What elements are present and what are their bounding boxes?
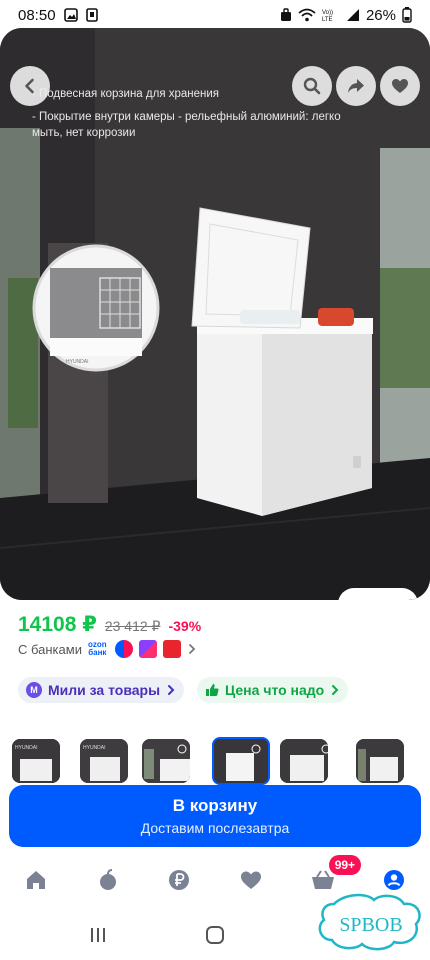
bank-logo-icon xyxy=(138,640,157,658)
thumbnail-brand: HYUNDAI xyxy=(15,745,38,751)
thumbnail-active[interactable] xyxy=(212,737,270,785)
good-price-label: Цена что надо xyxy=(225,682,325,698)
feature-item: - Покрытие внутри камеры - рельефный алю… xyxy=(32,111,341,139)
profile-icon xyxy=(384,870,405,890)
heart-icon xyxy=(392,79,408,93)
home-circle-icon[interactable] xyxy=(205,925,225,945)
ozon-bank-logo: ozon банк xyxy=(88,641,107,657)
home-icon xyxy=(26,871,45,889)
bank-offers-row[interactable]: С банками ozon банк xyxy=(18,638,197,660)
chevron-right-icon xyxy=(168,685,175,695)
chevron-right-icon xyxy=(332,685,339,695)
similar-button[interactable]: Похожие xyxy=(338,588,418,600)
bank-logo-icon xyxy=(114,640,133,658)
chevron-left-icon xyxy=(25,78,34,94)
product-gallery[interactable]: HYUNDAI - Подвесная корзина для хранения… xyxy=(0,28,430,600)
miles-promo-label: Мили за товары xyxy=(48,682,161,698)
svg-text:HYUNDAI: HYUNDAI xyxy=(66,359,89,365)
favorite-button[interactable] xyxy=(380,66,420,106)
cart-badge: 99+ xyxy=(328,855,362,875)
delivery-info: Доставим послезавтра xyxy=(140,820,290,836)
good-price-promo-button[interactable]: Цена что надо xyxy=(197,677,349,703)
chevron-right-icon xyxy=(188,644,195,654)
ozon-logo-line2: банк xyxy=(88,648,107,657)
share-icon xyxy=(348,79,364,93)
thumbnail[interactable] xyxy=(356,739,404,783)
watermark-text: SPBOB xyxy=(339,914,402,936)
ruble-icon xyxy=(169,870,190,890)
search-button[interactable] xyxy=(292,66,332,106)
wifi-icon xyxy=(298,8,316,22)
thumbs-up-icon xyxy=(206,684,219,696)
add-to-cart-label: В корзину xyxy=(172,796,258,815)
old-price: 23 412 ₽ xyxy=(104,618,161,634)
svg-text:Vo)): Vo)) xyxy=(322,10,333,16)
current-price: 14108 ₽ xyxy=(18,613,97,636)
nav-fresh[interactable] xyxy=(72,855,144,905)
signal-icon xyxy=(346,8,360,22)
battery-icon xyxy=(402,7,412,23)
miles-promo-button[interactable]: M Мили за товары xyxy=(18,677,185,703)
thumbnail[interactable]: HYUNDAI xyxy=(80,739,128,783)
download-notification-icon xyxy=(85,8,98,22)
bank-logo-icon xyxy=(162,640,181,658)
nav-finance[interactable] xyxy=(143,855,215,905)
nav-home[interactable] xyxy=(0,855,72,905)
fresh-icon xyxy=(99,869,116,890)
banks-label: С банками xyxy=(18,641,82,657)
thumbnail-brand: HYUNDAI xyxy=(83,745,106,751)
add-to-cart-button[interactable]: В корзину Доставим послезавтра xyxy=(9,785,421,847)
price-row: 14108 ₽ 23 412 ₽ -39% xyxy=(18,612,201,637)
lock-notification-icon xyxy=(280,8,292,22)
battery-percent: 26% xyxy=(365,6,396,24)
gallery-notification-icon xyxy=(63,8,78,22)
watermark-logo: SPBOB xyxy=(318,893,421,951)
status-bar: 08:50 Vo)) LTE 26% xyxy=(0,0,430,30)
svg-text:LTE: LTE xyxy=(322,17,333,22)
back-button[interactable] xyxy=(10,66,50,106)
thumbnail-strip[interactable]: HYUNDAI HYUNDAI xyxy=(0,733,430,785)
miles-icon: M xyxy=(26,682,42,698)
search-icon xyxy=(303,77,321,95)
share-button[interactable] xyxy=(336,66,376,106)
thumbnail[interactable]: HYUNDAI xyxy=(12,739,60,783)
thumbnail[interactable] xyxy=(142,739,190,783)
heart-icon xyxy=(240,871,261,889)
recent-apps-icon[interactable] xyxy=(88,925,108,945)
discount-badge: -39% xyxy=(168,618,202,634)
status-time: 08:50 xyxy=(18,6,56,24)
thumbnail[interactable] xyxy=(280,739,328,783)
nav-favorites[interactable] xyxy=(215,855,287,905)
volte-icon: Vo)) LTE xyxy=(322,8,340,22)
